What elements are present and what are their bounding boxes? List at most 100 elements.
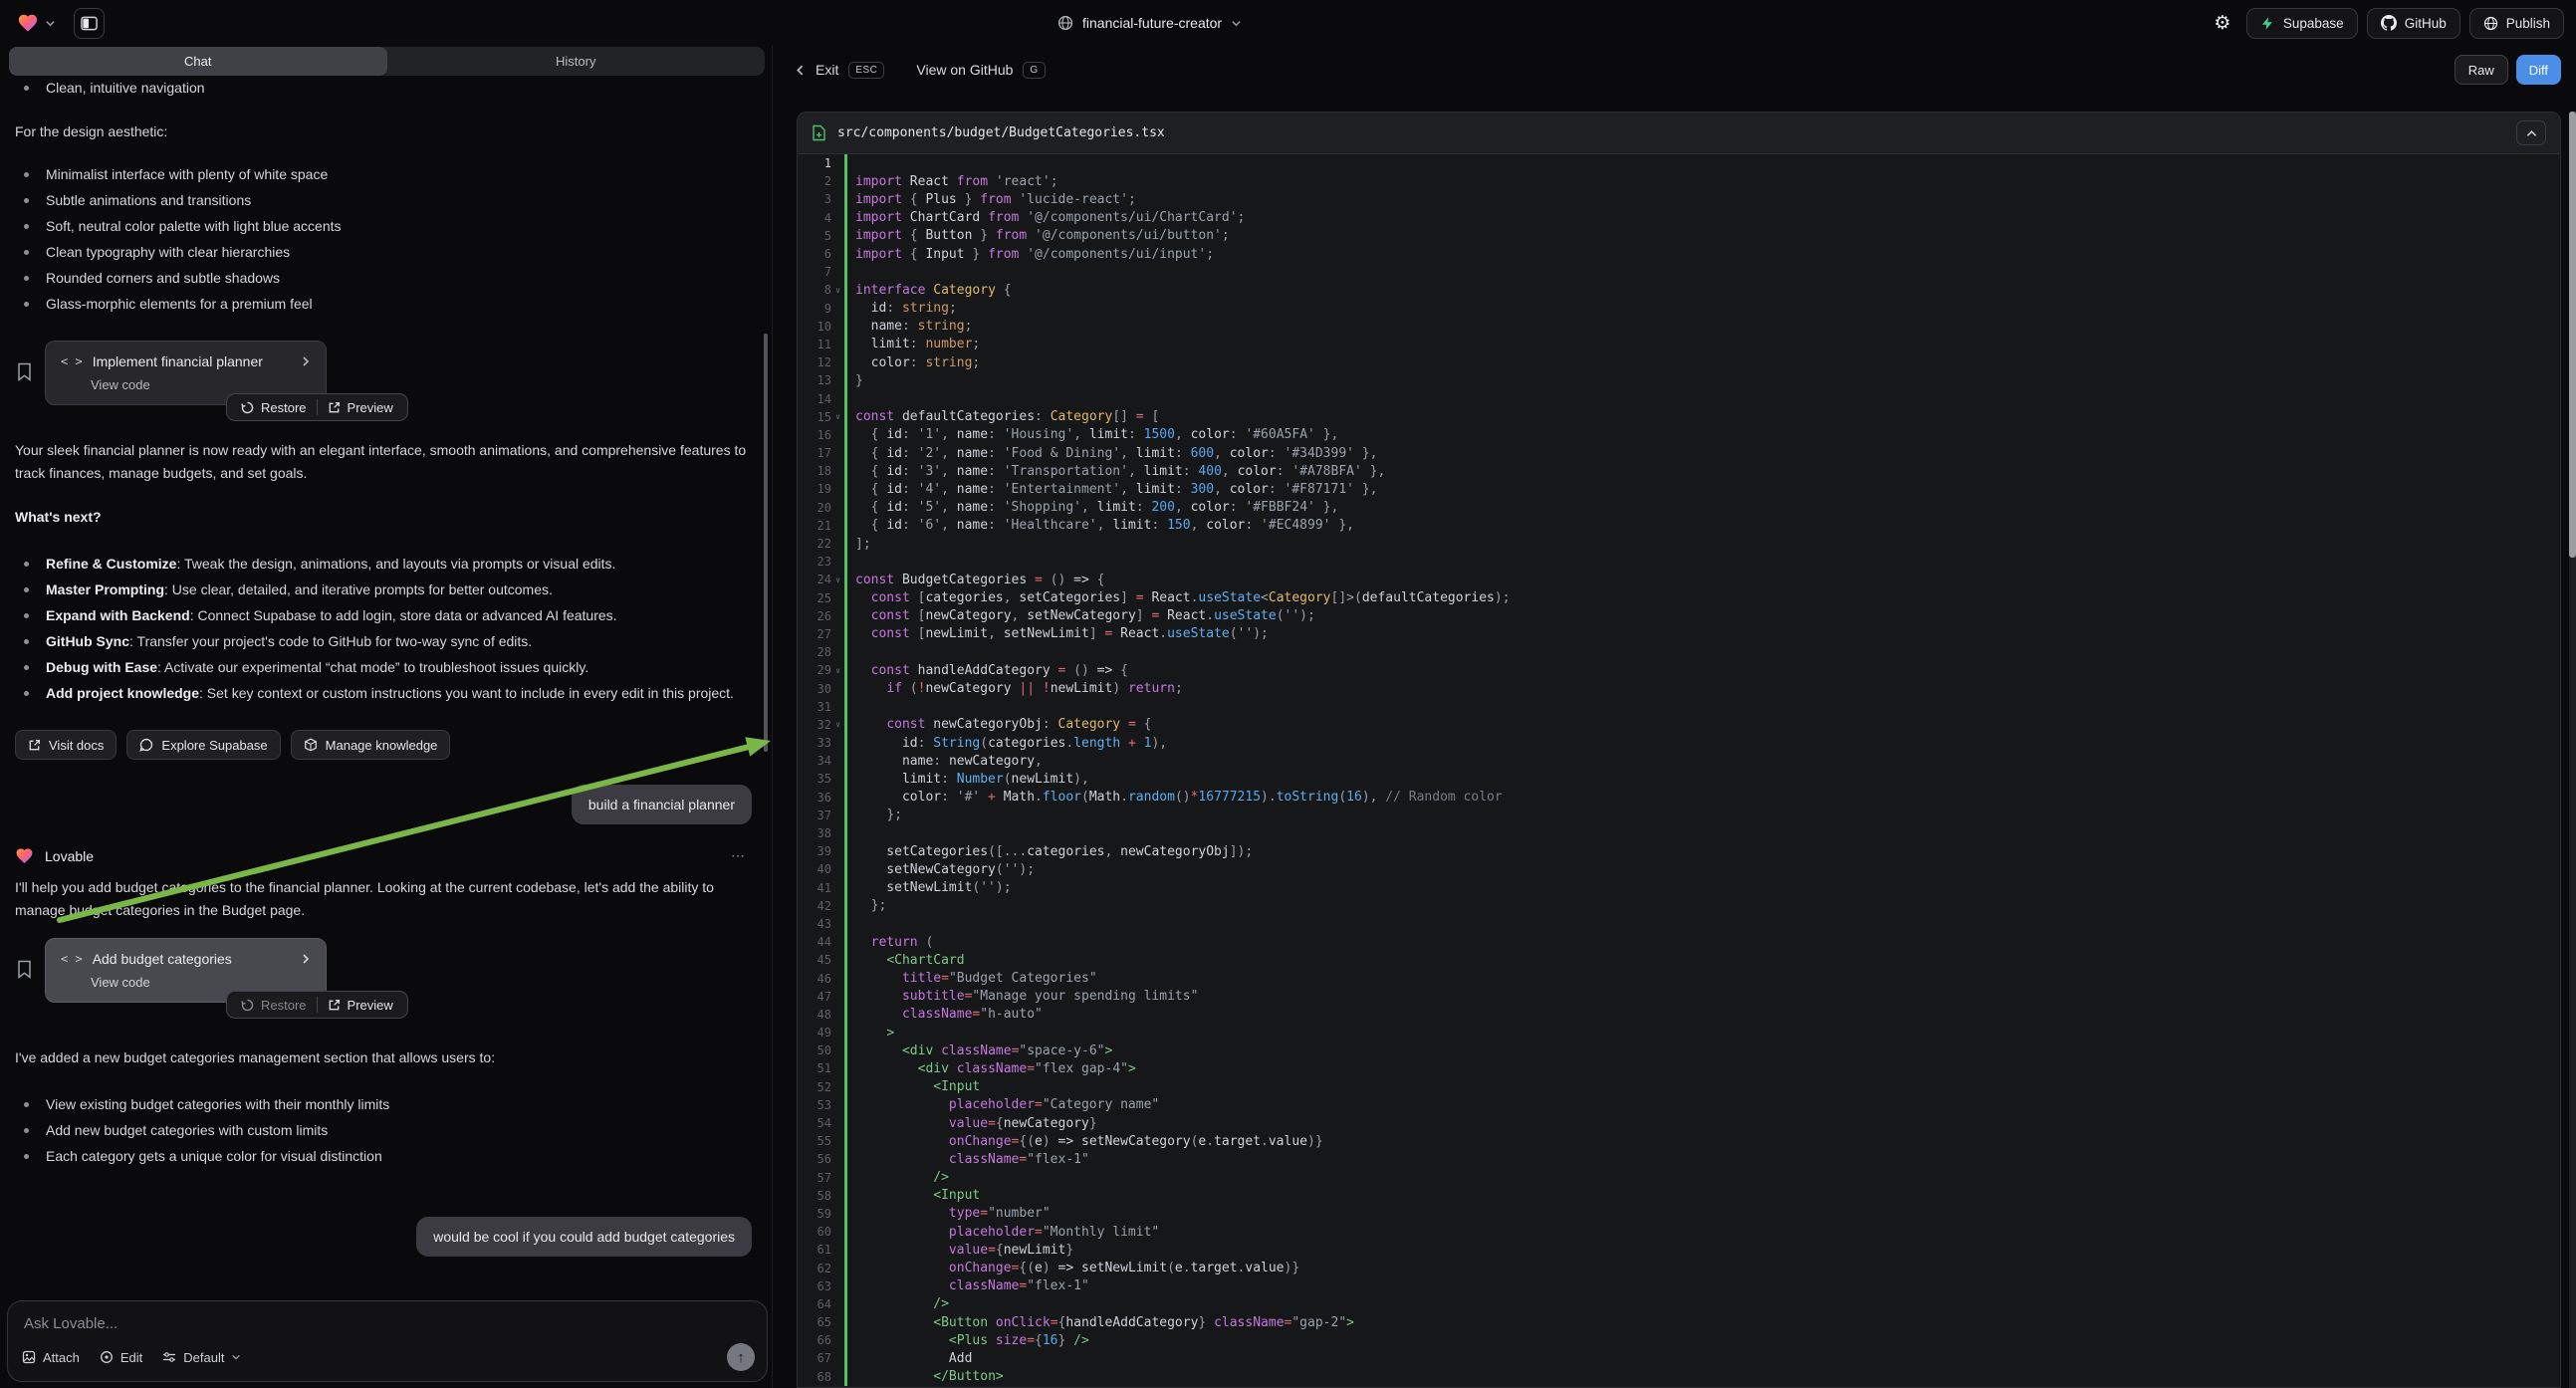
window-scrollbar-thumb[interactable] [2569, 112, 2576, 558]
window-scrollbar-track[interactable] [2569, 112, 2576, 1388]
code-line: 16 { id: '1', name: 'Housing', limit: 15… [798, 426, 2560, 444]
publish-button[interactable]: Publish [2469, 8, 2564, 39]
diff-added-gutter [844, 190, 847, 208]
code-line: 3import { Plus } from 'lucide-react'; [798, 190, 2560, 208]
attach-button[interactable]: Attach [22, 1350, 80, 1365]
design-heading: For the design aesthetic: [15, 120, 757, 143]
visit-docs-button[interactable]: Visit docs [15, 730, 117, 760]
code-line: 44 return ( [798, 933, 2560, 951]
code-editor[interactable]: 12import React from 'react';3import { Pl… [798, 154, 2560, 1386]
code-icon: < > [61, 354, 83, 368]
chevron-down-icon [231, 1352, 241, 1362]
esc-key-badge: ESC [848, 62, 884, 79]
project-selector[interactable]: financial-future-creator [1057, 0, 1242, 46]
prompt-input[interactable] [24, 1315, 533, 1339]
model-selector[interactable]: Default [162, 1350, 241, 1365]
collapse-file-button[interactable] [2516, 120, 2546, 145]
explore-supabase-button[interactable]: Explore Supabase [126, 730, 280, 760]
file-path-bar[interactable]: src/components/budget/BudgetCategories.t… [798, 113, 2560, 154]
code-line: 52 <Input [798, 1078, 2560, 1096]
code-line: 19 { id: '4', name: 'Entertainment', lim… [798, 480, 2560, 498]
assistant-paragraph: I'll help you add budget categories to t… [15, 876, 757, 922]
edit-button[interactable]: Edit [100, 1350, 142, 1365]
code-line: 27 const [newLimit, setNewLimit] = React… [798, 625, 2560, 643]
diff-added-gutter [844, 661, 847, 679]
logo-menu-chevron-icon[interactable] [45, 18, 56, 29]
code-viewer-panel: Exit ESC View on GitHub G Raw Diff src/c… [773, 46, 2576, 1388]
diff-added-gutter [844, 553, 847, 571]
diff-added-gutter [844, 571, 847, 588]
diff-added-gutter [844, 842, 847, 860]
manage-knowledge-button[interactable]: Manage knowledge [291, 730, 451, 760]
list-item: Add new budget categories with custom li… [15, 1119, 757, 1141]
code-line: 60 placeholder="Monthly limit" [798, 1223, 2560, 1241]
view-code-link[interactable]: View code [91, 975, 311, 990]
diff-added-gutter [844, 1187, 847, 1205]
publish-globe-icon [2483, 16, 2498, 31]
code-line: 55 onChange={(e) => setNewCategory(e.tar… [798, 1132, 2560, 1150]
view-code-link[interactable]: View code [91, 377, 311, 392]
code-line: 24∨const BudgetCategories = () => { [798, 571, 2560, 588]
toggle-sidebar-button[interactable] [74, 8, 105, 39]
bullet-list: Clean, intuitive navigation [15, 77, 757, 99]
code-line: 63 className="flex-1" [798, 1277, 2560, 1295]
code-line: 11 limit: number; [798, 336, 2560, 353]
code-line: 22]; [798, 535, 2560, 553]
tab-chat[interactable]: Chat [9, 47, 387, 76]
diff-added-gutter [844, 1349, 847, 1367]
github-button[interactable]: GitHub [2367, 8, 2460, 39]
diff-toggle-button[interactable]: Diff [2516, 55, 2561, 85]
list-item: Minimalist interface with plenty of whit… [15, 163, 757, 185]
preview-button[interactable]: Preview [318, 400, 403, 415]
diff-added-gutter [844, 444, 847, 462]
raw-toggle-button[interactable]: Raw [2455, 55, 2508, 85]
preview-button[interactable]: Preview [318, 998, 403, 1013]
code-line: 40 setNewCategory(''); [798, 860, 2560, 878]
code-line: 65 <Button onClick={handleAddCategory} c… [798, 1313, 2560, 1331]
bookmark-icon[interactable] [17, 362, 32, 381]
diff-added-gutter [844, 1368, 847, 1386]
tab-history[interactable]: History [387, 47, 766, 76]
list-item: View existing budget categories with the… [15, 1093, 757, 1115]
list-item: Rounded corners and subtle shadows [15, 267, 757, 289]
exit-button[interactable]: Exit [816, 62, 838, 78]
code-icon: < > [61, 952, 83, 966]
code-line: 26 const [newCategory, setNewCategory] =… [798, 607, 2560, 625]
code-line: 32∨ const newCategoryObj: Category = { [798, 716, 2560, 734]
code-line: 58 <Input [798, 1187, 2560, 1205]
view-on-github-button[interactable]: View on GitHub [916, 62, 1013, 78]
diff-added-gutter [844, 281, 847, 299]
code-line: 5import { Button } from '@/components/ui… [798, 227, 2560, 245]
restore-button[interactable]: Restore [231, 998, 317, 1013]
code-line: 2import React from 'react'; [798, 172, 2560, 190]
diff-added-gutter [844, 734, 847, 752]
diff-added-gutter [844, 988, 847, 1006]
restore-button[interactable]: Restore [231, 400, 317, 415]
version-card-title: Implement financial planner [93, 353, 263, 369]
lovable-heart-icon [15, 846, 34, 865]
code-line: 12 color: string; [798, 353, 2560, 371]
supabase-button[interactable]: Supabase [2246, 8, 2358, 39]
message-more-options-icon[interactable]: ⋯ [731, 847, 747, 864]
chat-messages: Clean, intuitive navigation For the desi… [15, 77, 757, 1298]
code-line: 48 className="h-auto" [798, 1006, 2560, 1024]
design-bullet-list: Minimalist interface with plenty of whit… [15, 163, 757, 315]
diff-added-gutter [844, 1295, 847, 1313]
chat-scrollbar[interactable] [764, 334, 768, 752]
diff-added-gutter [844, 679, 847, 697]
code-line: 39 setCategories([...categories, newCate… [798, 842, 2560, 860]
code-line: 66 <Plus size={16} /> [798, 1331, 2560, 1349]
settings-gear-icon[interactable]: ⚙ [2208, 12, 2237, 35]
chevron-left-icon[interactable] [795, 64, 806, 77]
bookmark-icon[interactable] [17, 960, 32, 979]
code-line: 13} [798, 371, 2560, 389]
diff-added-gutter [844, 1078, 847, 1096]
diff-added-gutter [844, 860, 847, 878]
diff-added-gutter [844, 897, 847, 915]
lovable-logo-heart-icon[interactable] [17, 12, 39, 34]
code-line: 59 type="number" [798, 1205, 2560, 1223]
assistant-paragraph: Your sleek financial planner is now read… [15, 439, 757, 485]
send-button[interactable]: ↑ [727, 1343, 755, 1371]
code-line: 31 [798, 698, 2560, 716]
code-line: 34 name: newCategory, [798, 752, 2560, 770]
